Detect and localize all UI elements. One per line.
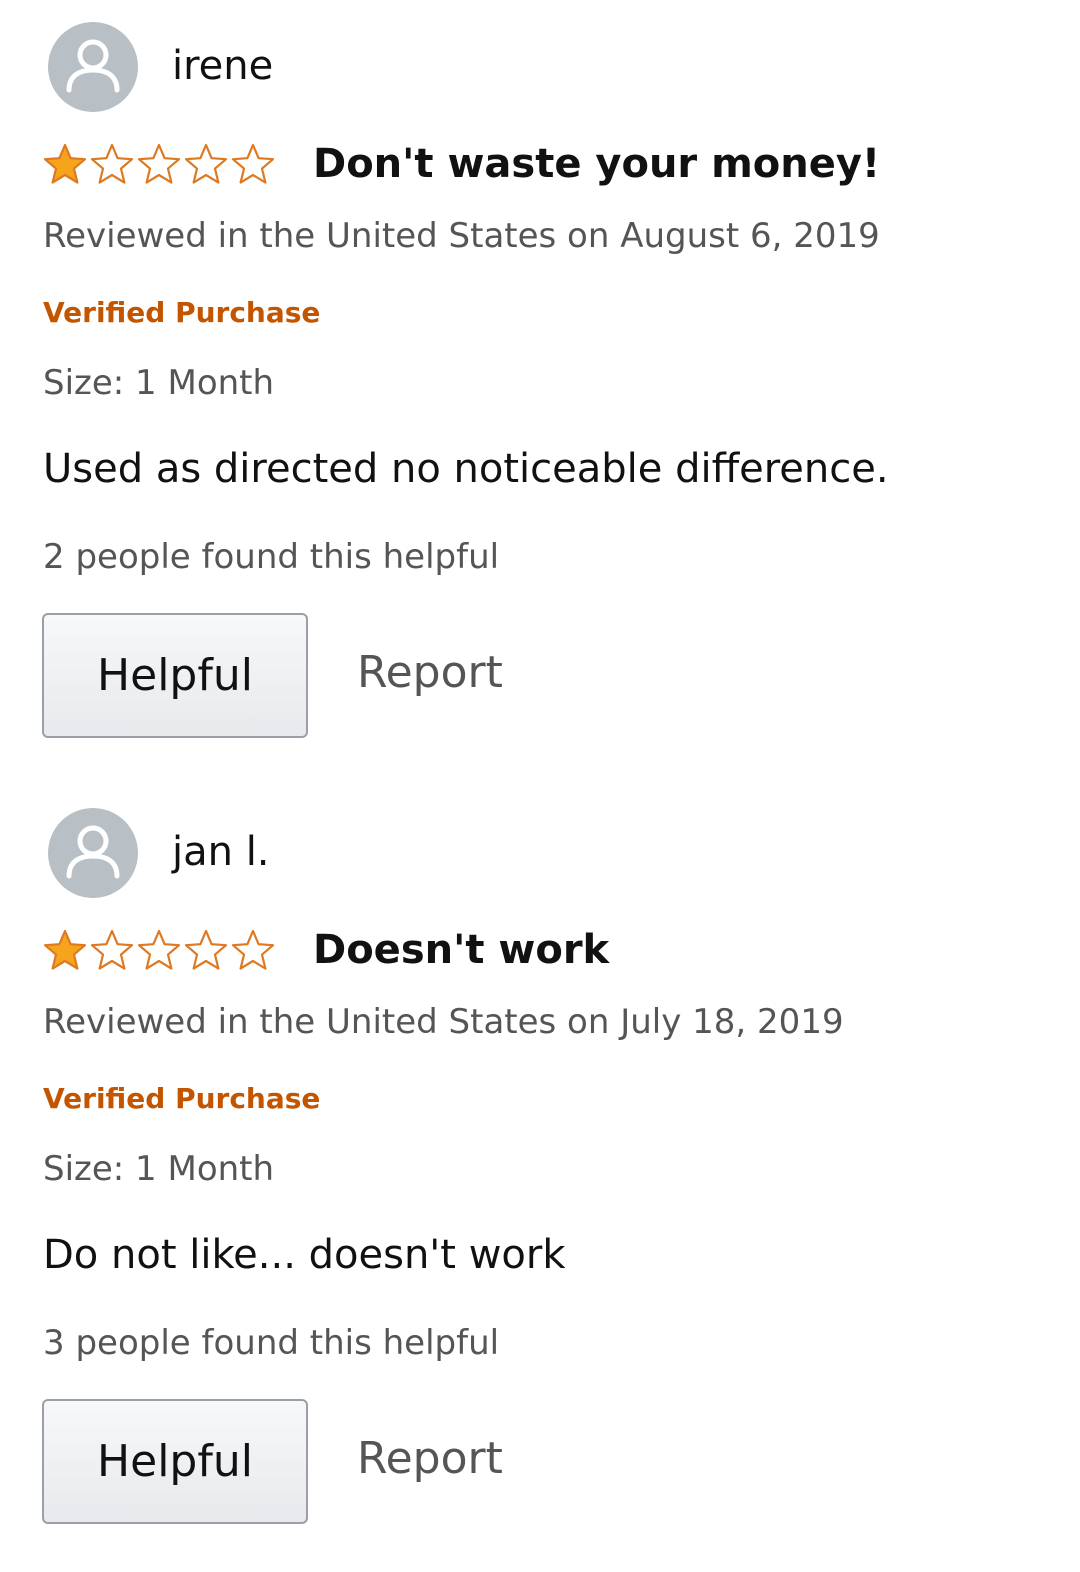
star-rating [42, 142, 277, 186]
helpful-button[interactable]: Helpful [42, 613, 308, 738]
star-filled-icon [42, 142, 88, 186]
star-empty-icon [183, 928, 229, 972]
star-empty-icon [230, 142, 276, 186]
review-body: Do not like... doesn't work [43, 1232, 566, 1278]
reviewer-name[interactable]: jan l. [172, 826, 270, 878]
star-empty-icon [230, 928, 276, 972]
star-empty-icon [89, 928, 135, 972]
star-empty-icon [89, 142, 135, 186]
verified-purchase-badge: Verified Purchase [43, 296, 321, 329]
star-rating [42, 928, 277, 972]
user-avatar-icon[interactable] [48, 808, 138, 898]
user-avatar-icon[interactable] [48, 22, 138, 112]
star-empty-icon [136, 928, 182, 972]
star-filled-icon [42, 928, 88, 972]
report-link[interactable]: Report [357, 1431, 503, 1487]
review-card: irene Don't waste your money! Reviewed i… [0, 0, 1080, 786]
review-card: jan l. Doesn't work Reviewed in the Unit… [0, 786, 1080, 1572]
helpful-count: 3 people found this helpful [43, 1323, 500, 1363]
review-date: Reviewed in the United States on July 18… [43, 1002, 844, 1042]
reviewer-name[interactable]: irene [172, 40, 273, 92]
review-date: Reviewed in the United States on August … [43, 216, 880, 256]
report-link[interactable]: Report [357, 645, 503, 701]
product-size: Size: 1 Month [43, 363, 275, 403]
star-empty-icon [136, 142, 182, 186]
star-empty-icon [183, 142, 229, 186]
helpful-button[interactable]: Helpful [42, 1399, 308, 1524]
verified-purchase-badge: Verified Purchase [43, 1082, 321, 1115]
review-title[interactable]: Don't waste your money! [313, 138, 880, 190]
helpful-count: 2 people found this helpful [43, 537, 500, 577]
review-title[interactable]: Doesn't work [313, 924, 609, 976]
product-size: Size: 1 Month [43, 1149, 275, 1189]
review-body: Used as directed no noticeable differenc… [43, 446, 889, 492]
